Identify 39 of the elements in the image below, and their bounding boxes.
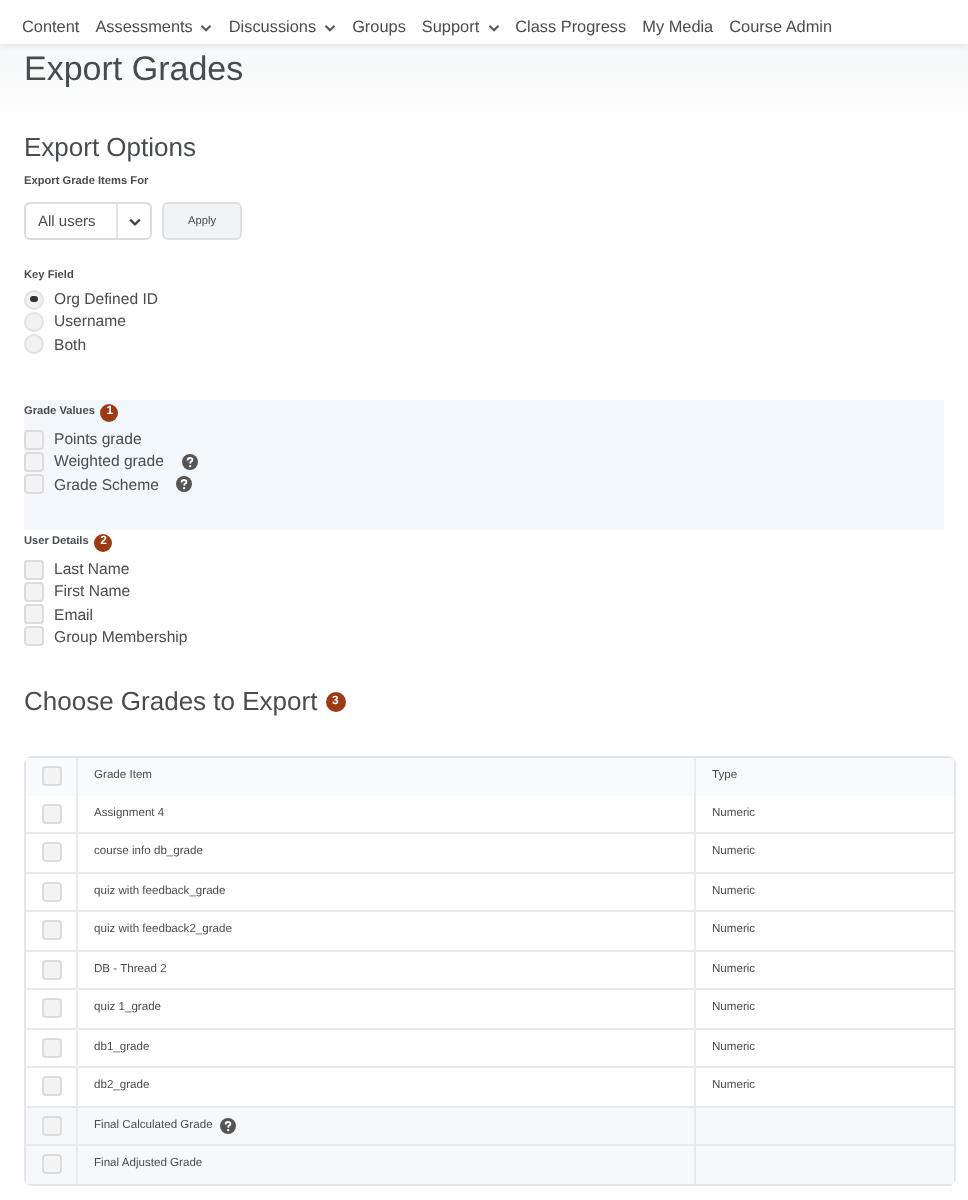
checkbox[interactable] (41, 881, 61, 902)
checkbox[interactable] (41, 920, 61, 941)
checkbox[interactable] (41, 1037, 61, 1058)
checkbox[interactable] (24, 581, 44, 602)
nav-link[interactable]: Content (22, 10, 80, 44)
checkbox[interactable] (41, 1076, 61, 1097)
checkbox[interactable] (41, 998, 61, 1019)
help-icon[interactable] (220, 1117, 237, 1134)
radio-button[interactable] (24, 289, 44, 310)
help-icon[interactable] (176, 476, 193, 493)
nav-link[interactable]: Support (421, 10, 500, 44)
radio-button[interactable] (24, 311, 44, 332)
chevron-down-icon[interactable] (324, 23, 337, 31)
radio-button[interactable] (24, 334, 44, 355)
checkbox[interactable] (41, 1115, 61, 1136)
chevron-down-icon (127, 217, 141, 225)
checkbox[interactable] (41, 803, 61, 824)
checkbox[interactable] (24, 559, 44, 580)
checkbox[interactable] (24, 604, 44, 625)
checkbox[interactable] (24, 451, 44, 472)
chevron-down-icon[interactable] (200, 23, 213, 31)
page-title: Export Grades (24, 50, 246, 90)
section-heading: Export Options (24, 132, 198, 162)
checkbox[interactable] (41, 766, 61, 787)
checkbox[interactable] (24, 474, 44, 495)
checkbox[interactable] (24, 429, 44, 450)
nav-link[interactable]: Assessments (95, 10, 213, 44)
section-heading: Choose Grades to Export (24, 686, 318, 717)
help-icon[interactable] (181, 453, 198, 470)
chevron-down-icon[interactable] (487, 23, 500, 31)
checkbox[interactable] (41, 1154, 61, 1175)
nav-link[interactable]: Groups (352, 10, 406, 44)
checkbox[interactable] (41, 959, 61, 980)
checkbox[interactable] (24, 626, 44, 647)
nav-link[interactable]: Discussions (228, 10, 337, 44)
nav-link[interactable]: My Media (642, 10, 714, 44)
nav-link[interactable]: Class Progress (515, 10, 627, 44)
nav-link[interactable]: Course Admin (729, 10, 833, 44)
checkbox[interactable] (41, 842, 61, 863)
